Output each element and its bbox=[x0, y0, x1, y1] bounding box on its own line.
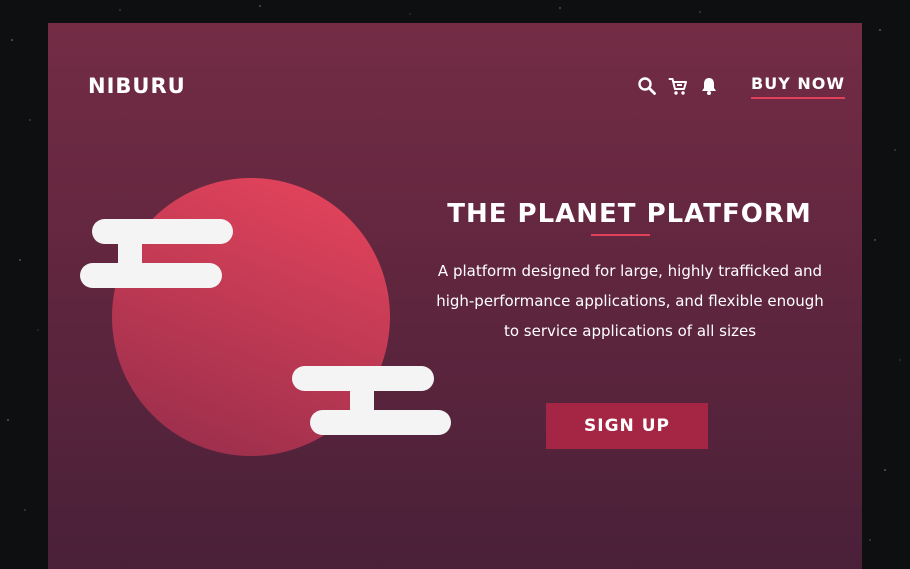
hero-description: A platform designed for large, highly tr… bbox=[436, 262, 824, 340]
planet-illustration bbox=[80, 178, 451, 456]
title-underline bbox=[591, 234, 650, 236]
cart-icon[interactable] bbox=[667, 75, 689, 97]
nav-icons bbox=[636, 75, 720, 97]
logo[interactable]: NIBURU bbox=[88, 73, 186, 99]
buy-now-link[interactable]: BUY NOW bbox=[751, 73, 845, 99]
search-icon[interactable] bbox=[636, 75, 658, 97]
hero-section: NIBURU BUY NOW THE PLANET PLATFORM A pla… bbox=[48, 23, 862, 569]
bell-icon[interactable] bbox=[698, 75, 720, 97]
hero-title: THE PLANET PLATFORM bbox=[447, 199, 812, 229]
sign-up-button[interactable]: SIGN UP bbox=[546, 403, 708, 449]
